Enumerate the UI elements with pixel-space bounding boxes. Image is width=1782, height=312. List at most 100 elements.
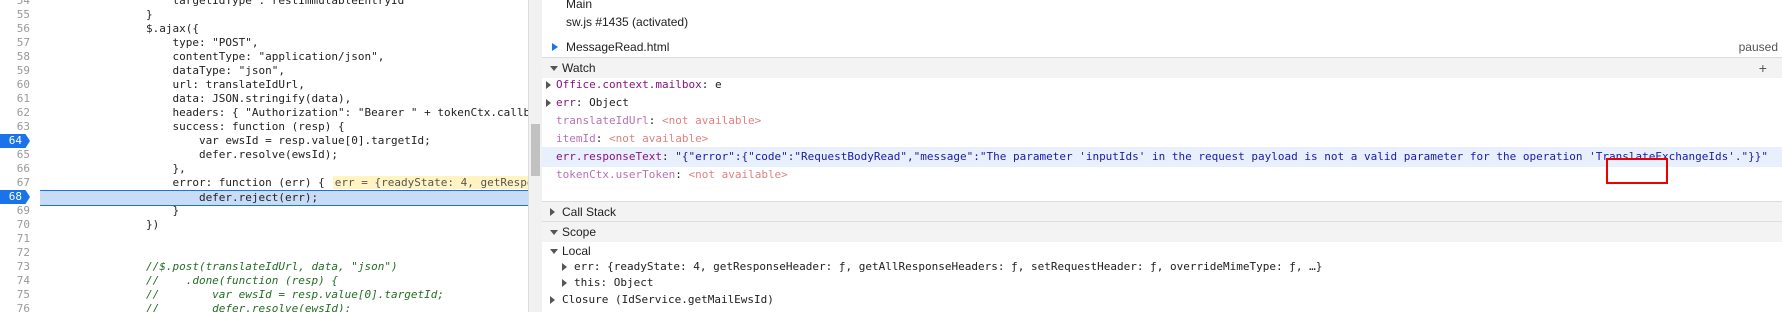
watch-expression-value: <not available> bbox=[661, 114, 762, 127]
code-text: type: "POST", bbox=[40, 36, 259, 49]
code-line[interactable]: dataType: "json", bbox=[40, 64, 285, 78]
code-text: dataType: "json", bbox=[40, 64, 286, 77]
line-number[interactable]: 57 bbox=[0, 36, 30, 50]
thread-sw[interactable]: sw.js #1435 (activated) bbox=[542, 12, 1782, 32]
code-line[interactable]: $.ajax({ bbox=[40, 22, 199, 36]
watch-expand-icon bbox=[546, 81, 551, 89]
watch-expression-name: itemId bbox=[556, 132, 596, 145]
err-expand-icon bbox=[562, 263, 567, 271]
line-number[interactable]: 66 bbox=[0, 162, 30, 176]
watch-separator: : bbox=[575, 96, 590, 109]
watch-collapse-icon bbox=[550, 66, 558, 71]
code-text: $.ajax({ bbox=[40, 22, 199, 35]
scope-closure[interactable]: Closure (IdService.getMailEwsId) bbox=[542, 290, 1782, 310]
code-line[interactable]: }, bbox=[40, 162, 185, 176]
code-line[interactable]: error: function (err) {err = {readyState… bbox=[40, 176, 528, 190]
code-text: success: function (resp) { bbox=[40, 120, 345, 133]
code-line[interactable]: }) bbox=[40, 218, 159, 232]
watch-expression-value: <not available> bbox=[688, 168, 788, 181]
watch-expand-icon bbox=[546, 99, 551, 107]
line-number[interactable]: 63 bbox=[0, 120, 30, 134]
code-text: }) bbox=[40, 218, 160, 231]
line-number[interactable]: 76 bbox=[0, 302, 30, 312]
watch-expression[interactable]: translateIdUrl: <not available> bbox=[542, 111, 1782, 131]
line-number[interactable]: 71 bbox=[0, 232, 30, 246]
code-text: // var ewsId = resp.value[0].targetId; bbox=[40, 288, 444, 301]
code-line[interactable]: //$.post(translateIdUrl, data, "json") bbox=[40, 260, 398, 274]
watch-expression-name: tokenCtx.userToken bbox=[556, 168, 676, 181]
code-line[interactable]: contentType: "application/json", bbox=[40, 50, 384, 64]
add-expression-icon[interactable]: + bbox=[1759, 60, 1767, 76]
code-line[interactable]: // .done(function (resp) { bbox=[40, 274, 338, 288]
line-number[interactable]: 61 bbox=[0, 92, 30, 106]
code-text: } bbox=[40, 8, 153, 21]
line-number[interactable]: 60 bbox=[0, 78, 30, 92]
line-number[interactable]: 55 bbox=[0, 8, 30, 22]
thread-status: paused bbox=[1738, 40, 1778, 54]
code-line[interactable]: // var ewsId = resp.value[0].targetId; bbox=[40, 288, 444, 302]
line-number[interactable]: 73 bbox=[0, 260, 30, 274]
line-number[interactable]: 64 bbox=[0, 134, 30, 148]
watch-separator: : bbox=[648, 114, 662, 127]
code-line[interactable]: targetIdType : restImmutableEntryId bbox=[40, 0, 404, 8]
watch-expression[interactable]: tokenCtx.userToken: <not available> bbox=[542, 165, 1782, 185]
this-expand-icon bbox=[562, 279, 567, 287]
code-line[interactable]: type: "POST", bbox=[40, 36, 259, 50]
watch-expression[interactable]: itemId: <not available> bbox=[542, 129, 1782, 149]
code-line[interactable]: // defer.resolve(ewsId); bbox=[40, 302, 351, 312]
closure-expand-icon bbox=[550, 296, 555, 304]
line-number[interactable]: 65 bbox=[0, 148, 30, 162]
code-text: defer.reject(err); bbox=[40, 191, 319, 204]
code-line[interactable]: data: JSON.stringify(data), bbox=[40, 92, 351, 106]
thread-current-label: MessageRead.html bbox=[566, 40, 670, 54]
watch-expression[interactable]: err.responseText: "{"error":{"code":"Req… bbox=[542, 147, 1782, 167]
code-text: headers: { "Authorization": "Bearer " + … bbox=[40, 106, 528, 119]
code-line[interactable]: headers: { "Authorization": "Bearer " + … bbox=[40, 106, 528, 120]
line-number[interactable]: 54 bbox=[0, 0, 30, 8]
code-text: // defer.resolve(ewsId); bbox=[40, 302, 352, 312]
watch-separator: : bbox=[661, 150, 676, 163]
line-number[interactable]: 59 bbox=[0, 64, 30, 78]
code-line[interactable]: success: function (resp) { bbox=[40, 120, 345, 134]
line-number[interactable]: 56 bbox=[0, 22, 30, 36]
call-stack-title: Call Stack bbox=[562, 205, 617, 219]
watch-expression-name: err.responseText bbox=[556, 150, 662, 163]
line-number[interactable]: 62 bbox=[0, 106, 30, 120]
code-line[interactable]: url: translateIdUrl, bbox=[40, 78, 305, 92]
watch-separator: : bbox=[675, 168, 689, 181]
scope-collapse-icon bbox=[550, 230, 558, 235]
editor-scrollbar-thumb[interactable] bbox=[531, 124, 540, 176]
thread-sw-label: sw.js #1435 (activated) bbox=[566, 15, 689, 29]
code-text: var ewsId = resp.value[0].targetId; bbox=[40, 134, 431, 147]
code-line[interactable]: } bbox=[40, 8, 153, 22]
code-text: url: translateIdUrl, bbox=[40, 78, 305, 91]
scope-this-text: this: Object bbox=[574, 276, 654, 289]
code-line[interactable]: } bbox=[40, 204, 179, 218]
watch-expression-name: err bbox=[556, 96, 576, 109]
line-number[interactable]: 58 bbox=[0, 50, 30, 64]
line-number[interactable]: 69 bbox=[0, 204, 30, 218]
source-editor[interactable]: 54 targetIdType : restImmutableEntryId 55… bbox=[0, 0, 528, 312]
watch-expression-name: Office.context.mailbox bbox=[556, 78, 702, 91]
local-collapse-icon bbox=[550, 249, 558, 254]
code-line[interactable]: var ewsId = resp.value[0].targetId; bbox=[40, 134, 431, 148]
watch-expression[interactable]: err: Object bbox=[542, 93, 1782, 113]
line-number[interactable]: 70 bbox=[0, 218, 30, 232]
line-number[interactable]: 68 bbox=[0, 190, 30, 204]
call-stack-header[interactable]: Call Stack bbox=[542, 201, 1782, 222]
code-line[interactable]: defer.resolve(ewsId); bbox=[40, 148, 338, 162]
watch-expression-value: "{"error":{"code":"RequestBodyRead","mes… bbox=[675, 150, 1768, 163]
line-number[interactable]: 72 bbox=[0, 246, 30, 260]
code-text: data: JSON.stringify(data), bbox=[40, 92, 352, 105]
line-number[interactable]: 67 bbox=[0, 176, 30, 190]
scope-header[interactable]: Scope bbox=[542, 221, 1782, 242]
code-text: } bbox=[40, 204, 180, 217]
watch-expression[interactable]: Office.context.mailbox: e bbox=[542, 75, 1782, 95]
thread-current[interactable]: MessageRead.html paused bbox=[542, 37, 1782, 57]
scope-local-label: Local bbox=[562, 244, 591, 258]
line-number[interactable]: 75 bbox=[0, 288, 30, 302]
code-text: // .done(function (resp) { bbox=[40, 274, 339, 287]
watch-expression-name: translateIdUrl bbox=[556, 114, 649, 127]
line-number[interactable]: 74 bbox=[0, 274, 30, 288]
watch-title: Watch bbox=[562, 61, 596, 75]
